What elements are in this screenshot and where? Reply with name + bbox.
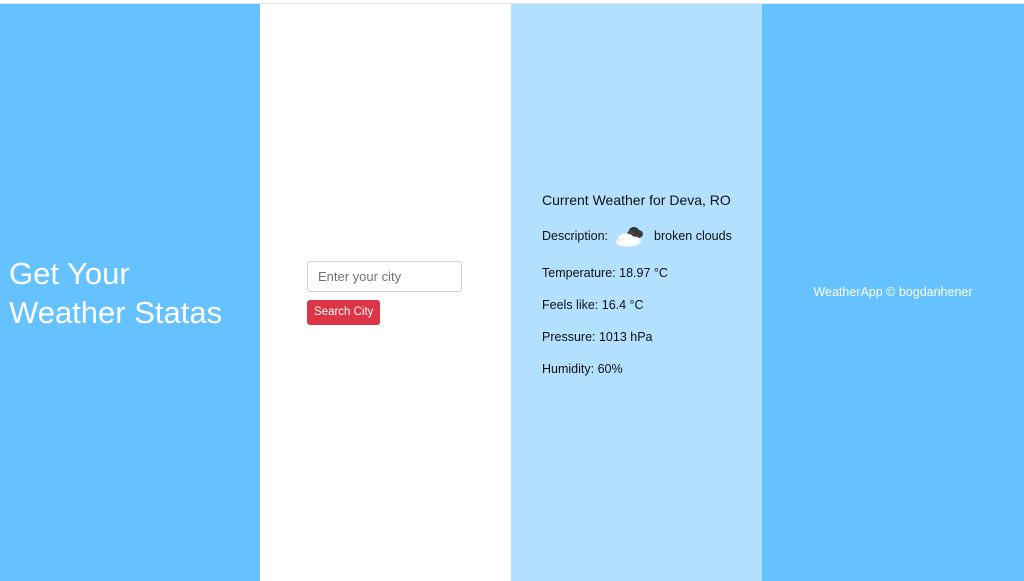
description-value: broken clouds — [654, 229, 732, 243]
weather-heading: Current Weather for Deva, RO — [542, 192, 731, 208]
temperature-text: Temperature: 18.97 °C — [542, 266, 668, 280]
description-row: Description: broken clouds — [542, 223, 752, 249]
pressure-text: Pressure: 1013 hPa — [542, 330, 653, 344]
humidity-text: Humidity: 60% — [542, 362, 623, 376]
hero-column: Get Your Weather Statas — [0, 4, 260, 581]
hero-title-line2: Weather Statas — [9, 295, 223, 330]
hero-title-line1: Get Your — [9, 256, 130, 291]
broken-clouds-icon — [615, 227, 643, 247]
hero-title: Get Your Weather Statas — [9, 254, 254, 332]
description-label: Description: — [542, 229, 608, 243]
footer-column: WeatherApp © bogdanhener — [762, 4, 1024, 581]
page: Get Your Weather Statas Search City Curr… — [0, 0, 1024, 581]
weather-panel: Current Weather for Deva, RO Description… — [542, 191, 752, 393]
city-search-input[interactable] — [307, 261, 462, 292]
search-column: Search City — [260, 4, 511, 581]
footer-copyright: WeatherApp © bogdanhener — [813, 285, 973, 299]
weather-column: Current Weather for Deva, RO Description… — [511, 4, 762, 581]
search-city-button[interactable]: Search City — [307, 300, 381, 325]
feels-like-text: Feels like: 16.4 °C — [542, 298, 644, 312]
